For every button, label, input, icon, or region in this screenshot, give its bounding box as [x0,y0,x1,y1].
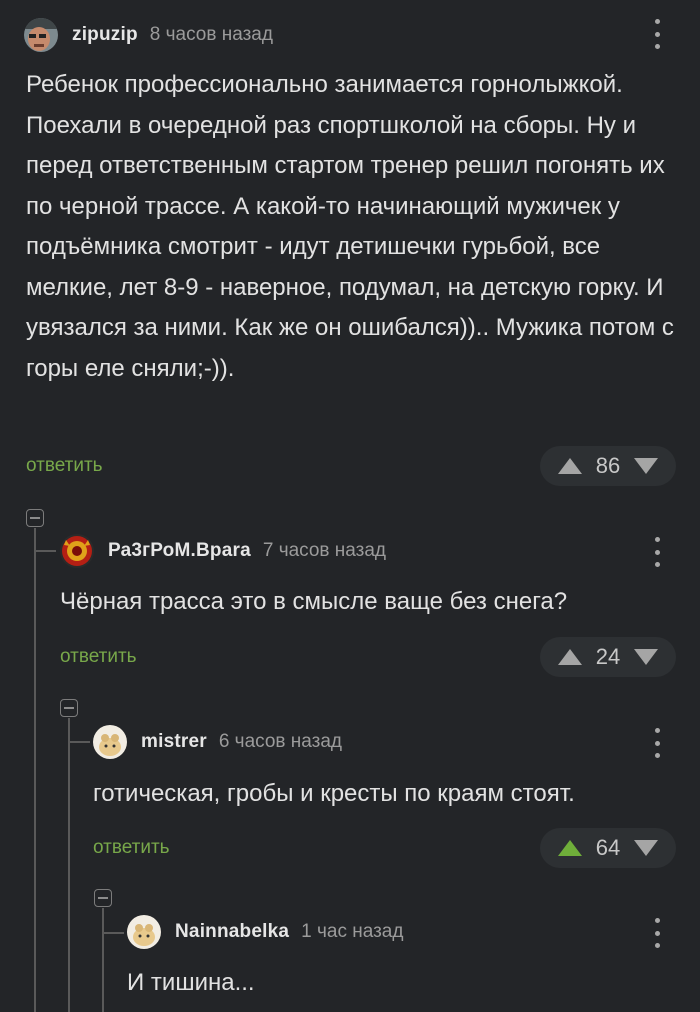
rating-count: 24 [595,644,621,669]
comment-header: zipuzip 8 часов назад [24,15,273,55]
rating-count: 64 [595,835,621,860]
upvote-icon[interactable] [558,840,582,856]
comment-text: Ребенок профессионально занимается горно… [26,71,674,382]
avatar[interactable] [93,725,127,759]
comment-header: Ра3гРоМ.Враrа 7 часов назад [60,531,386,571]
comment-text: И тишина... [127,969,255,996]
comment-menu-icon[interactable] [651,537,663,567]
thread-branch-level-3 [102,932,124,934]
comment-menu-icon[interactable] [651,728,663,758]
rating-control: 24 [540,637,676,677]
thread-branch-level-2 [68,741,90,743]
comment-menu-icon[interactable] [651,918,663,948]
downvote-icon[interactable] [634,649,658,665]
avatar[interactable] [24,18,58,52]
rating-count: 86 [595,453,621,478]
thread-line-level-1 [34,528,36,1012]
comment-text: Чёрная трасса это в смысле ваще без снег… [60,588,568,615]
comment-header: mistrer 6 часов назад [93,722,342,762]
comment-header: Nainnabelka 1 час назад [127,912,403,952]
thread-branch-level-1 [34,550,56,552]
reply-button[interactable]: ответить [93,837,170,859]
timestamp[interactable]: 6 часов назад [219,731,342,753]
username[interactable]: mistrer [141,731,207,753]
downvote-icon[interactable] [634,458,658,474]
collapse-thread-button[interactable] [94,889,112,907]
avatar[interactable] [60,534,94,568]
comment-text: готическая, гробы и кресты по краям стоя… [93,780,575,807]
timestamp[interactable]: 1 час назад [301,921,403,943]
upvote-icon[interactable] [558,649,582,665]
collapse-thread-button[interactable] [26,509,44,527]
reply-button[interactable]: ответить [60,646,137,668]
username[interactable]: Nainnabelka [175,921,289,943]
username[interactable]: Ра3гРоМ.Враrа [108,540,251,562]
timestamp[interactable]: 7 часов назад [263,540,386,562]
rating-control: 64 [540,828,676,868]
comment-menu-icon[interactable] [651,19,663,49]
timestamp[interactable]: 8 часов назад [150,24,273,46]
username[interactable]: zipuzip [72,24,138,46]
collapse-thread-button[interactable] [60,699,78,717]
thread-line-level-2 [68,718,70,1012]
upvote-icon[interactable] [558,458,582,474]
rating-control: 86 [540,446,676,486]
thread-line-level-3 [102,908,104,1012]
downvote-icon[interactable] [634,840,658,856]
reply-button[interactable]: ответить [26,455,103,477]
avatar[interactable] [127,915,161,949]
